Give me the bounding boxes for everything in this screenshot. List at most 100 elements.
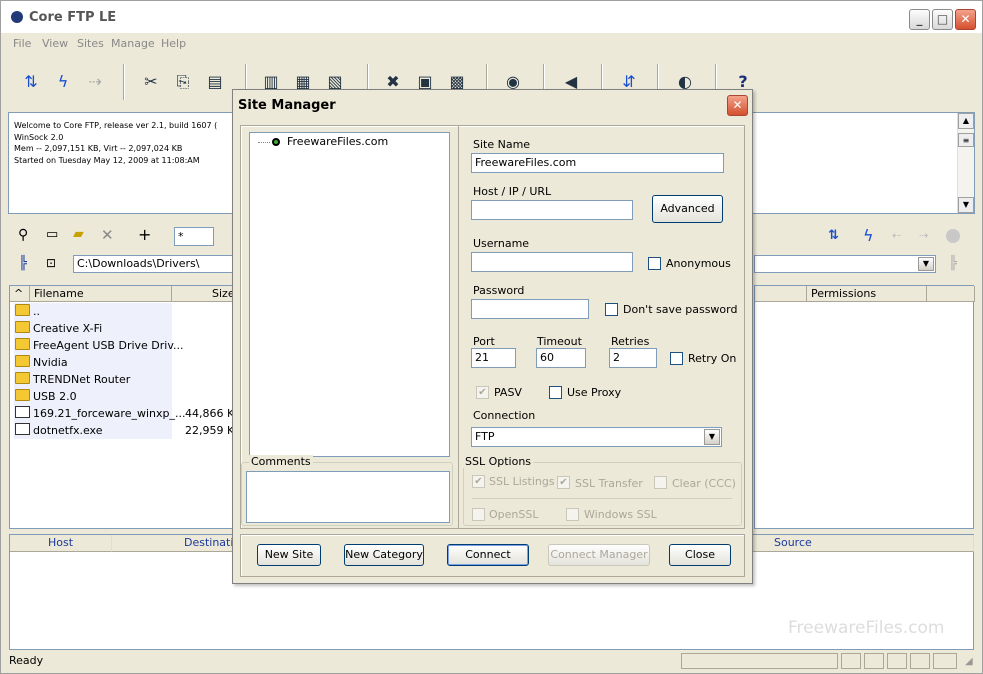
clear-ccc-label: Clear (CCC) — [672, 477, 736, 490]
coreftp-logo-icon — [11, 11, 23, 23]
source-column-header[interactable]: Source — [752, 535, 974, 552]
drive-icon[interactable]: ▭ — [46, 227, 58, 242]
log-scrollbar[interactable]: ▲ ≡ ▼ — [957, 113, 974, 213]
openssl-checkbox[interactable] — [472, 508, 485, 521]
menu-view[interactable]: View — [42, 37, 68, 50]
port-input[interactable]: 21 — [471, 348, 516, 368]
site-tree[interactable]: FreewareFiles.com — [249, 132, 450, 457]
dialog-close-button[interactable]: ✕ — [727, 95, 748, 116]
minimize-button[interactable]: _ — [909, 9, 930, 30]
scroll-down-icon[interactable]: ▼ — [958, 197, 974, 213]
remote-connect-icon[interactable]: ⇅ — [828, 228, 839, 243]
app-title: Core FTP LE — [29, 10, 117, 25]
filename-column-header[interactable]: Filename — [30, 286, 172, 302]
menu-manage[interactable]: Manage — [111, 37, 155, 50]
local-path-input[interactable]: C:\Downloads\Drivers\ — [73, 255, 239, 273]
remote-forward-icon[interactable]: ⇢ — [919, 229, 928, 242]
close-button[interactable]: Close — [669, 544, 731, 566]
copy-icon[interactable]: ⎘ — [171, 70, 195, 94]
pasv-checkbox[interactable]: ✔ — [476, 386, 489, 399]
title-bar: Core FTP LE _ □ ✕ — [1, 1, 982, 33]
anonymous-checkbox[interactable] — [648, 257, 661, 270]
dont-save-password-label: Don't save password — [623, 303, 738, 316]
scroll-up-icon[interactable]: ▲ — [958, 113, 974, 129]
connect-manager-button[interactable]: Connect Manager — [548, 544, 650, 566]
timeout-input[interactable]: 60 — [536, 348, 586, 368]
folder-icon — [15, 389, 30, 401]
search-icon[interactable]: ⚲ — [18, 227, 28, 243]
remote-column-header[interactable] — [927, 286, 975, 302]
comments-textarea[interactable] — [246, 471, 450, 523]
paste-icon[interactable]: ▤ — [203, 70, 227, 94]
file-row[interactable]: TRENDNet Router — [15, 371, 130, 388]
status-text: Ready — [9, 654, 44, 667]
tree-item-site[interactable]: FreewareFiles.com — [287, 135, 388, 148]
ssl-listings-checkbox[interactable]: ✔ — [472, 475, 485, 488]
file-row[interactable]: Creative X-Fi — [15, 320, 102, 337]
maximize-button[interactable]: □ — [932, 9, 953, 30]
remote-stop-icon[interactable] — [946, 229, 960, 243]
chevron-down-icon[interactable]: ▼ — [918, 257, 934, 271]
use-proxy-checkbox[interactable] — [549, 386, 562, 399]
menu-help[interactable]: Help — [161, 37, 186, 50]
remote-back-icon[interactable]: ⇠ — [892, 229, 901, 242]
resize-grip-icon[interactable]: ◢ — [965, 656, 973, 667]
local-file-list: ^ Filename Size .. Creative X-Fi FreeAge… — [9, 285, 242, 529]
windows-ssl-checkbox[interactable] — [566, 508, 579, 521]
file-row[interactable]: dotnetfx.exe 22,959 KB — [15, 422, 242, 439]
tree-icon[interactable]: ╠ — [19, 256, 27, 271]
chevron-down-icon[interactable]: ▼ — [704, 429, 720, 445]
scroll-thumb[interactable]: ≡ — [958, 133, 974, 147]
status-cell — [910, 653, 930, 669]
add-icon[interactable]: + — [138, 225, 151, 244]
dialog-title: Site Manager — [238, 98, 336, 113]
host-column-header[interactable]: Host — [10, 535, 112, 552]
dialog-divider — [458, 125, 459, 529]
retry-on-checkbox[interactable] — [670, 352, 683, 365]
remote-path-select[interactable]: ▼ — [754, 255, 936, 273]
file-row[interactable]: .. — [15, 303, 40, 320]
close-window-button[interactable]: ✕ — [955, 9, 976, 30]
connect-button[interactable]: Connect — [447, 544, 529, 566]
pasv-label: PASV — [494, 386, 522, 399]
remote-column-header[interactable] — [755, 286, 807, 302]
menu-file[interactable]: File — [13, 37, 31, 50]
dialog-title-bar: Site Manager ✕ — [233, 90, 752, 120]
file-row[interactable]: 169.21_forceware_winxp_... 44,866 KB — [15, 405, 242, 422]
remote-tree-icon[interactable]: ╠ — [949, 256, 957, 271]
site-name-input[interactable]: FreewareFiles.com — [471, 153, 724, 173]
connection-select[interactable]: FTP ▼ — [471, 427, 722, 447]
ssl-options-label: SSL Options — [463, 455, 534, 468]
parent-folder-icon[interactable]: ⊡ — [46, 256, 56, 270]
file-row[interactable]: Nvidia — [15, 354, 68, 371]
ssl-transfer-checkbox[interactable]: ✔ — [557, 476, 570, 489]
disconnect-icon[interactable]: ⇢ — [83, 70, 107, 94]
quick-connect-icon[interactable]: ϟ — [51, 70, 75, 94]
new-site-button[interactable]: New Site — [257, 544, 321, 566]
advanced-button[interactable]: Advanced — [652, 195, 723, 223]
file-row[interactable]: FreeAgent USB Drive Driv... — [15, 337, 184, 354]
status-bar: Ready ◢ — [5, 651, 980, 671]
username-input[interactable] — [471, 252, 633, 272]
destination-column-header[interactable]: Destination — [112, 535, 252, 552]
retries-input[interactable]: 2 — [609, 348, 657, 368]
host-input[interactable] — [471, 200, 633, 220]
tree-connector — [258, 142, 270, 143]
dont-save-password-checkbox[interactable] — [605, 303, 618, 316]
username-label: Username — [473, 237, 530, 250]
new-folder-icon[interactable]: ▰ — [73, 226, 84, 242]
watermark: FreewareFiles.com — [788, 618, 945, 638]
delete-icon[interactable]: ✕ — [101, 226, 114, 244]
remote-quick-connect-icon[interactable]: ϟ — [863, 226, 874, 245]
password-input[interactable] — [471, 299, 589, 319]
menu-sites[interactable]: Sites — [77, 37, 104, 50]
connect-arrows-icon[interactable]: ⇅ — [19, 70, 43, 94]
new-category-button[interactable]: New Category — [344, 544, 424, 566]
filter-input[interactable]: * — [174, 227, 214, 246]
port-label: Port — [473, 335, 495, 348]
sort-column-header[interactable]: ^ — [10, 286, 30, 302]
clear-ccc-checkbox[interactable] — [654, 476, 667, 489]
permissions-column-header[interactable]: Permissions — [807, 286, 927, 302]
file-row[interactable]: USB 2.0 — [15, 388, 77, 405]
cut-icon[interactable]: ✂ — [139, 70, 163, 94]
